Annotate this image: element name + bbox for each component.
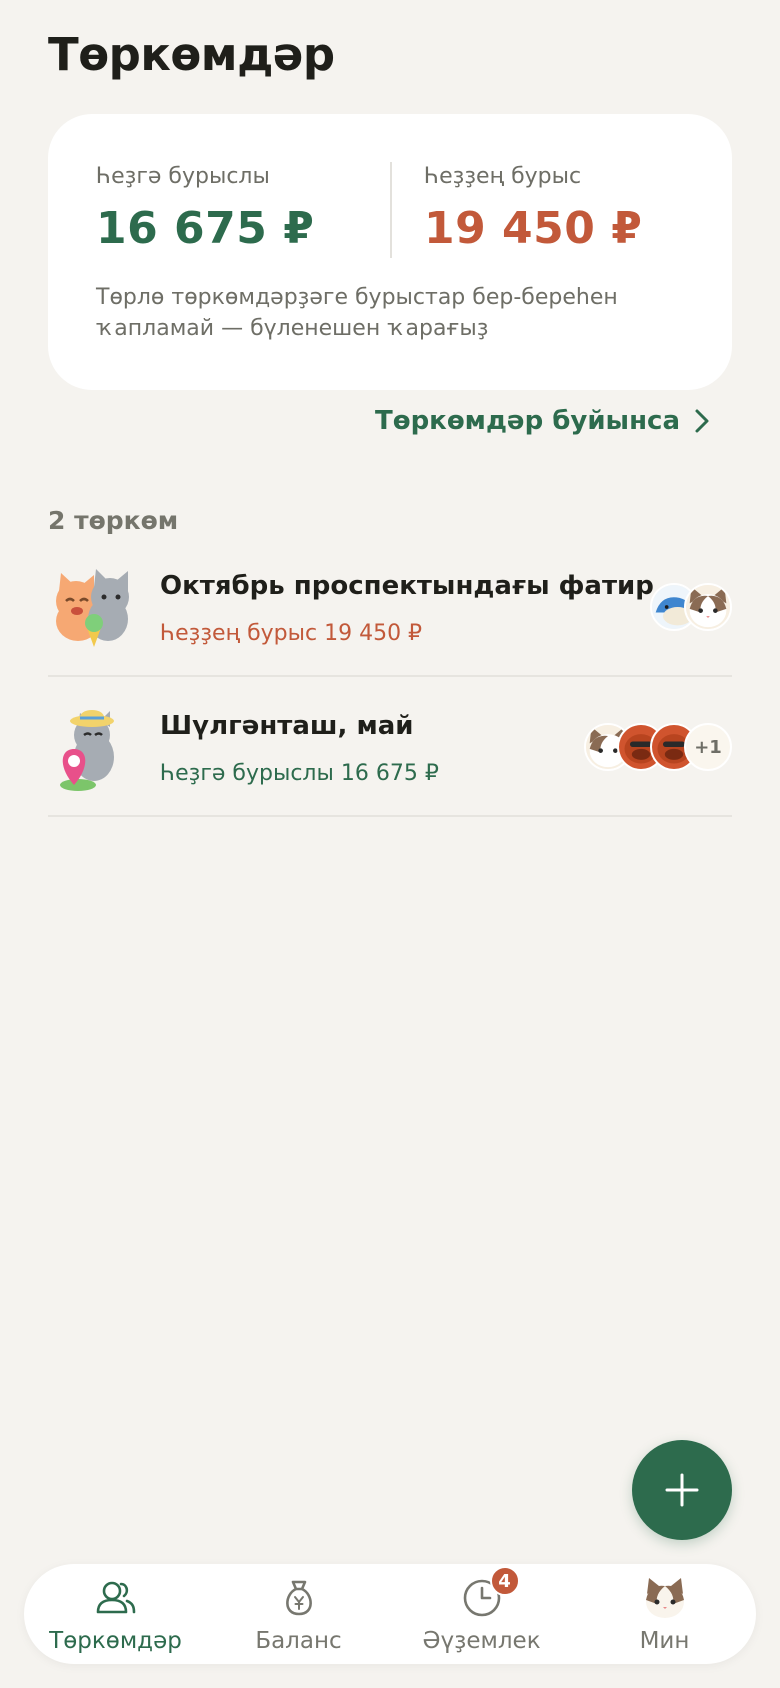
owed-to-you-summary: Һеҙгә бурыслы 16 675 ₽ — [96, 164, 314, 254]
you-owe-summary: Һеҙҙең бурыс 19 450 ₽ — [424, 164, 642, 254]
by-groups-link[interactable]: Төркөмдәр буйынса — [375, 406, 710, 436]
tab-balance[interactable]: Баланс — [207, 1576, 390, 1656]
bottom-tab-bar: Төркөмдәр Баланс 4 Әүҙемлек Мин — [24, 1564, 756, 1664]
owed-to-you-amount: 16 675 ₽ — [96, 203, 315, 254]
cat-avatar-icon — [684, 583, 732, 631]
activity-badge: 4 — [489, 1566, 520, 1596]
tab-groups-label: Төркөмдәр — [49, 1628, 182, 1654]
group-members-avatars: +1 — [584, 723, 732, 771]
group-name: Шүлгәнташ, май — [160, 711, 414, 741]
clock-icon: 4 — [460, 1566, 520, 1620]
add-button[interactable] — [632, 1440, 732, 1540]
group-row[interactable]: Октябрь проспектындағы фатир Һеҙҙең буры… — [48, 537, 732, 677]
plus-icon — [665, 1473, 699, 1507]
by-groups-link-label: Төркөмдәр буйынса — [374, 406, 680, 436]
group-name: Октябрь проспектындағы фатир — [160, 571, 654, 601]
money-bag-icon — [277, 1576, 321, 1620]
group-cats-sticker — [48, 565, 136, 653]
tab-activity[interactable]: 4 Әүҙемлек — [390, 1566, 573, 1656]
page-title: Төркөмдәр — [48, 28, 335, 81]
summary-note: Төрлө төркөмдәрҙәге бурыстар бер-береһен… — [96, 285, 618, 341]
extra-members-count: +1 — [684, 723, 732, 771]
cat-avatar-icon — [643, 1576, 687, 1620]
groups-count-heading: 2 төркөм — [48, 506, 179, 535]
group-balance: Һеҙҙең бурыс 19 450 ₽ — [160, 621, 423, 646]
group-cat-location-sticker — [48, 705, 136, 793]
group-balance: Һеҙгә бурыслы 16 675 ₽ — [160, 761, 439, 786]
summary-divider — [390, 162, 392, 258]
tab-groups[interactable]: Төркөмдәр — [24, 1576, 207, 1656]
tab-me-label: Мин — [639, 1628, 690, 1654]
groups-screen: Төркөмдәр Һеҙгә бурыслы 16 675 ₽ Һеҙҙең … — [0, 0, 780, 1688]
balance-summary-card: Һеҙгә бурыслы 16 675 ₽ Һеҙҙең бурыс 19 4… — [48, 114, 732, 390]
you-owe-amount: 19 450 ₽ — [424, 203, 643, 254]
tab-me[interactable]: Мин — [573, 1576, 756, 1656]
people-icon — [94, 1576, 138, 1620]
chevron-right-icon — [695, 409, 709, 433]
group-row[interactable]: Шүлгәнташ, май Һеҙгә бурыслы 16 675 ₽ +1 — [48, 677, 732, 817]
you-owe-label: Һеҙҙең бурыс — [424, 164, 582, 189]
tab-balance-label: Баланс — [255, 1628, 342, 1654]
tab-activity-label: Әүҙемлек — [422, 1628, 541, 1654]
group-members-avatars — [650, 583, 732, 631]
owed-to-you-label: Һеҙгә бурыслы — [96, 164, 270, 189]
